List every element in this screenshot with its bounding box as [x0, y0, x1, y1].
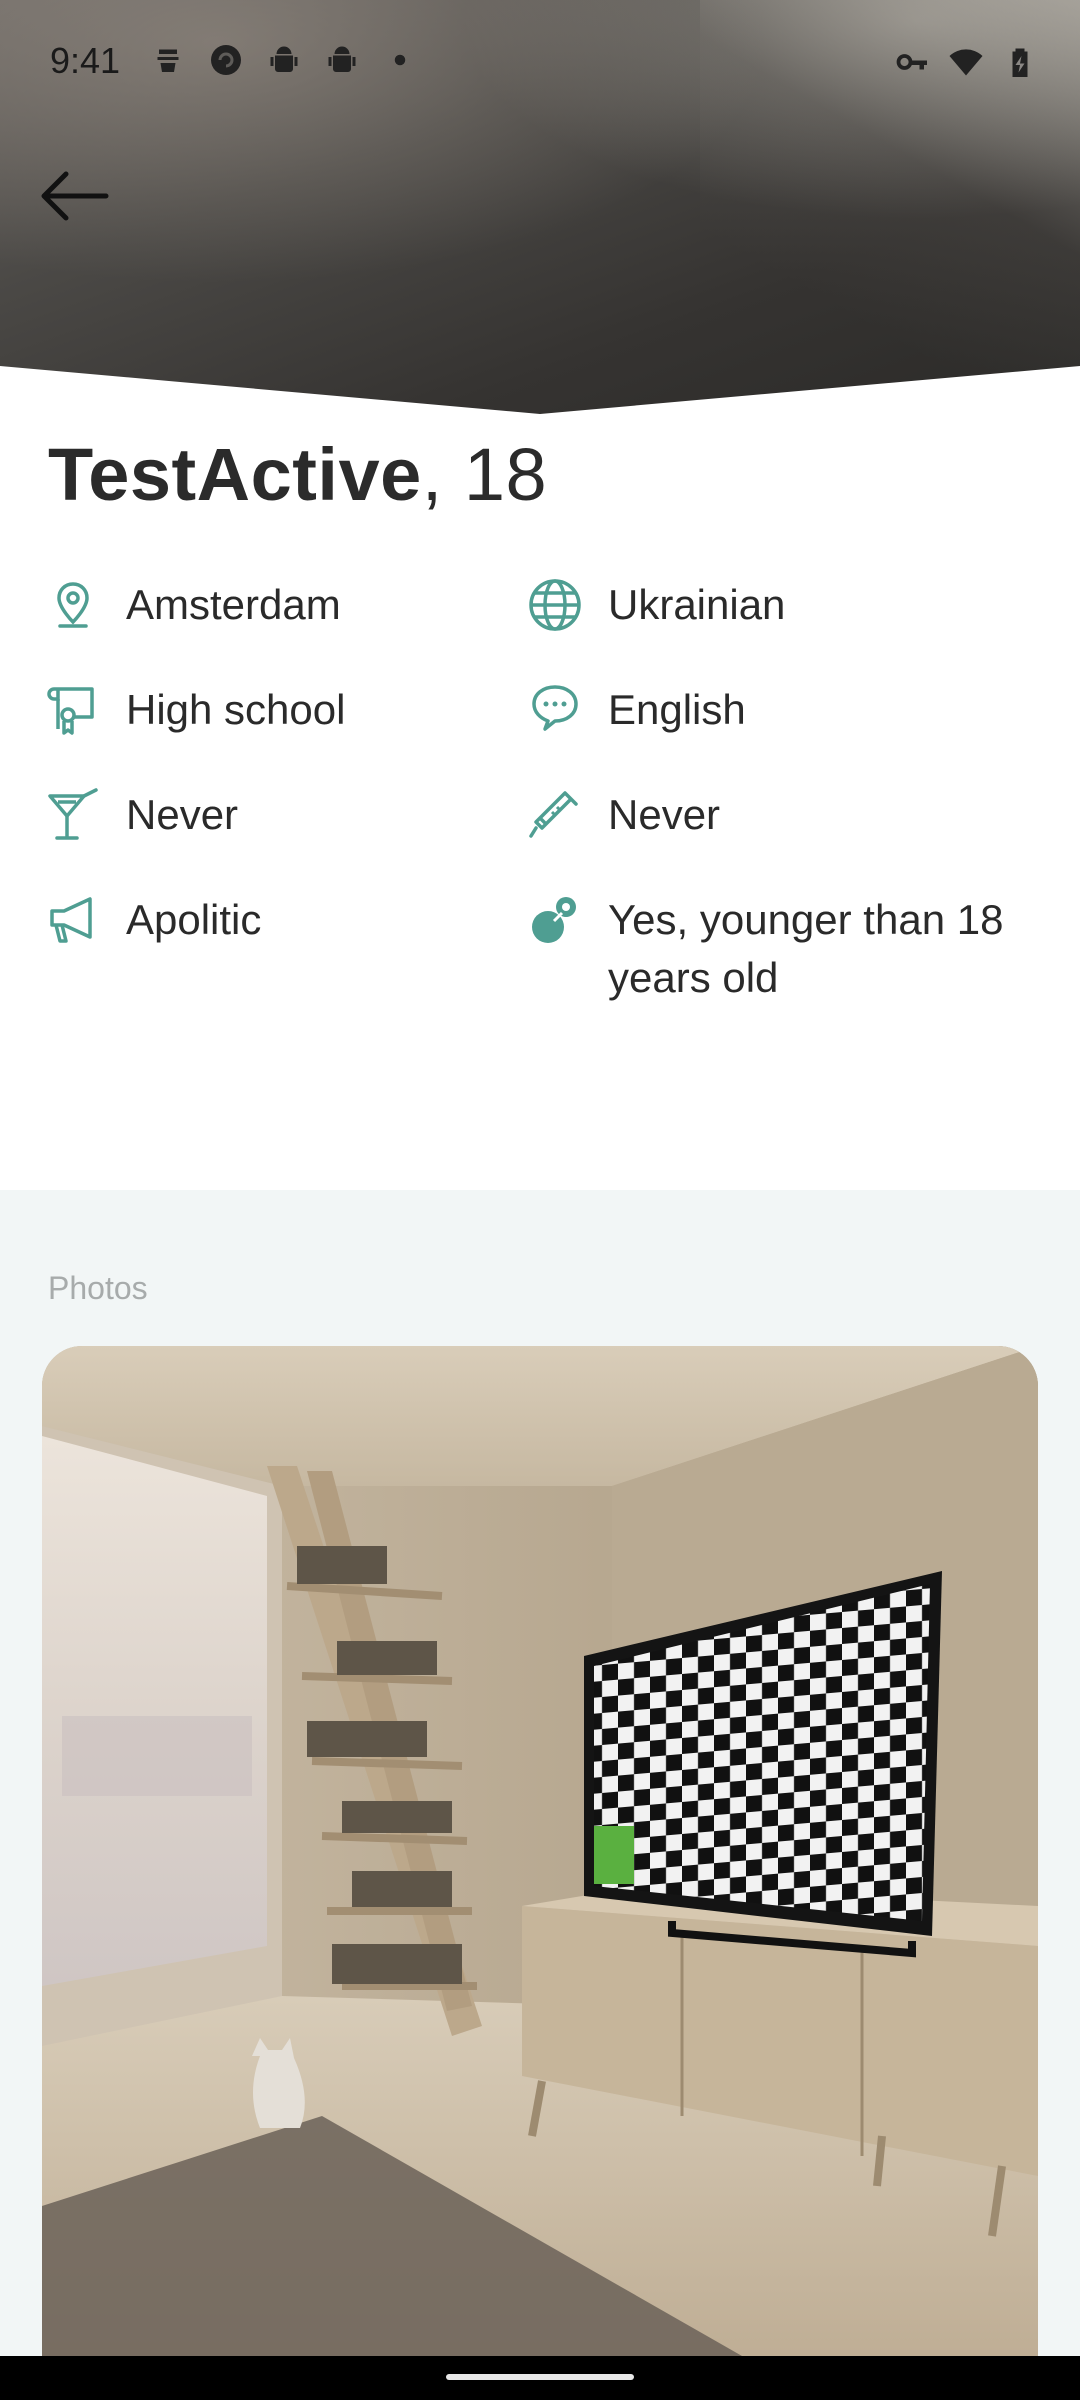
cocktail-icon — [48, 788, 98, 840]
key-icon — [896, 54, 927, 70]
battery-charging-icon — [1012, 48, 1028, 77]
home-gesture-handle[interactable] — [446, 2374, 634, 2380]
profile-photo[interactable] — [42, 1346, 1038, 2356]
photos-section: Photos — [0, 1190, 1080, 2356]
megaphone-icon — [50, 897, 92, 943]
location-pin-icon — [57, 582, 89, 628]
detail-drugs: Never — [526, 786, 720, 844]
syringe-icon — [529, 791, 578, 838]
detail-label: Apolitic — [126, 896, 262, 943]
detail-nationality: Ukrainian — [526, 576, 785, 634]
hero-bottom-curve — [0, 366, 1080, 430]
detail-label: English — [608, 686, 746, 733]
diploma-icon — [47, 687, 94, 735]
detail-language: English — [526, 681, 746, 739]
detail-children: Yes, younger than 18 years old — [526, 891, 1048, 1007]
globe-icon — [529, 579, 581, 631]
status-bar: 9:41 — [0, 0, 1080, 120]
photos-section-title: Photos — [48, 1270, 148, 1306]
sync-icon — [211, 45, 241, 75]
detail-label: Never — [608, 791, 721, 838]
detail-education: High school — [44, 681, 345, 739]
detail-label: Yes, younger than 18 years old — [608, 896, 1004, 1001]
detail-label: High school — [126, 686, 346, 733]
back-button[interactable] — [30, 160, 118, 232]
profile-name: TestActive — [48, 433, 422, 516]
detail-drinking: Never — [44, 786, 238, 844]
detail-label: Amsterdam — [126, 581, 341, 628]
android-icon — [328, 46, 356, 72]
navigation-bar — [0, 2356, 1080, 2400]
detail-label: Ukrainian — [608, 581, 786, 628]
arrow-left-icon — [41, 171, 109, 221]
profile-age: , 18 — [421, 433, 548, 516]
chat-bubbles-icon — [532, 685, 578, 731]
wifi-icon — [949, 49, 983, 76]
lookout-icon — [157, 49, 179, 72]
dot-icon — [394, 54, 406, 66]
profile-name-age: TestActive, 18 — [48, 432, 547, 517]
detail-label: Never — [126, 791, 239, 838]
android-icon — [270, 46, 298, 72]
room-photo-image — [42, 1346, 1038, 2356]
pacifier-icon — [532, 897, 576, 943]
status-time: 9:41 — [50, 40, 121, 81]
detail-location: Amsterdam — [44, 576, 341, 634]
detail-politics: Apolitic — [44, 891, 261, 949]
